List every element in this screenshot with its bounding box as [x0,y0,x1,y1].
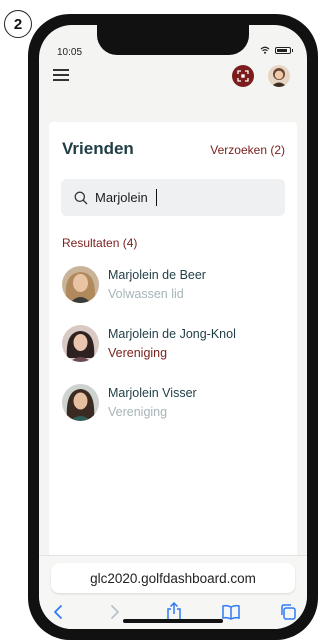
friend-requests-link[interactable]: Verzoeken (2) [210,143,285,157]
result-name: Marjolein de Beer [108,268,206,282]
list-item[interactable]: Marjolein Visser Vereniging [62,384,292,424]
home-indicator [123,619,223,623]
back-icon [54,605,62,619]
notch [97,25,249,55]
result-name: Marjolein de Jong-Knol [108,327,236,341]
status-icons [260,46,293,54]
avatar [62,325,99,362]
bookmarks-icon [222,604,240,620]
phone-screen: 10:05 Vrienden Verzoeken (2) Marjolein R… [39,25,307,629]
avatar [62,266,99,303]
search-input[interactable]: Marjolein [61,179,285,216]
scan-icon [237,70,249,82]
status-time: 10:05 [57,47,83,58]
tabs-button[interactable] [275,600,301,624]
browser-url-bar[interactable]: glc2020.golfdashboard.com [51,563,295,593]
browser-toolbar: glc2020.golfdashboard.com [39,555,307,629]
search-icon [74,191,88,204]
search-value: Marjolein [95,190,148,205]
result-subtitle: Vereniging [108,405,168,419]
scan-button[interactable] [232,65,254,87]
text-caret [155,189,157,206]
list-item[interactable]: Marjolein de Beer Volwassen lid [62,266,292,306]
wifi-icon [260,46,270,54]
battery-icon [275,46,293,54]
result-name: Marjolein Visser [108,386,197,400]
phone-frame: 10:05 Vrienden Verzoeken (2) Marjolein R… [28,14,318,640]
page-title: Vrienden [62,139,134,158]
list-item[interactable]: Marjolein de Jong-Knol Vereniging [62,325,292,365]
forward-icon [111,605,119,619]
step-badge: 2 [4,10,32,38]
results-label: Resultaten (4) [62,236,138,250]
menu-icon[interactable] [53,69,69,81]
profile-avatar[interactable] [268,65,290,87]
back-button[interactable] [45,600,71,624]
friends-card: Vrienden Verzoeken (2) Marjolein Resulta… [49,122,297,582]
result-subtitle: Vereniging [108,346,168,360]
tabs-icon [281,604,296,620]
avatar [62,384,99,421]
result-subtitle: Volwassen lid [108,287,184,301]
